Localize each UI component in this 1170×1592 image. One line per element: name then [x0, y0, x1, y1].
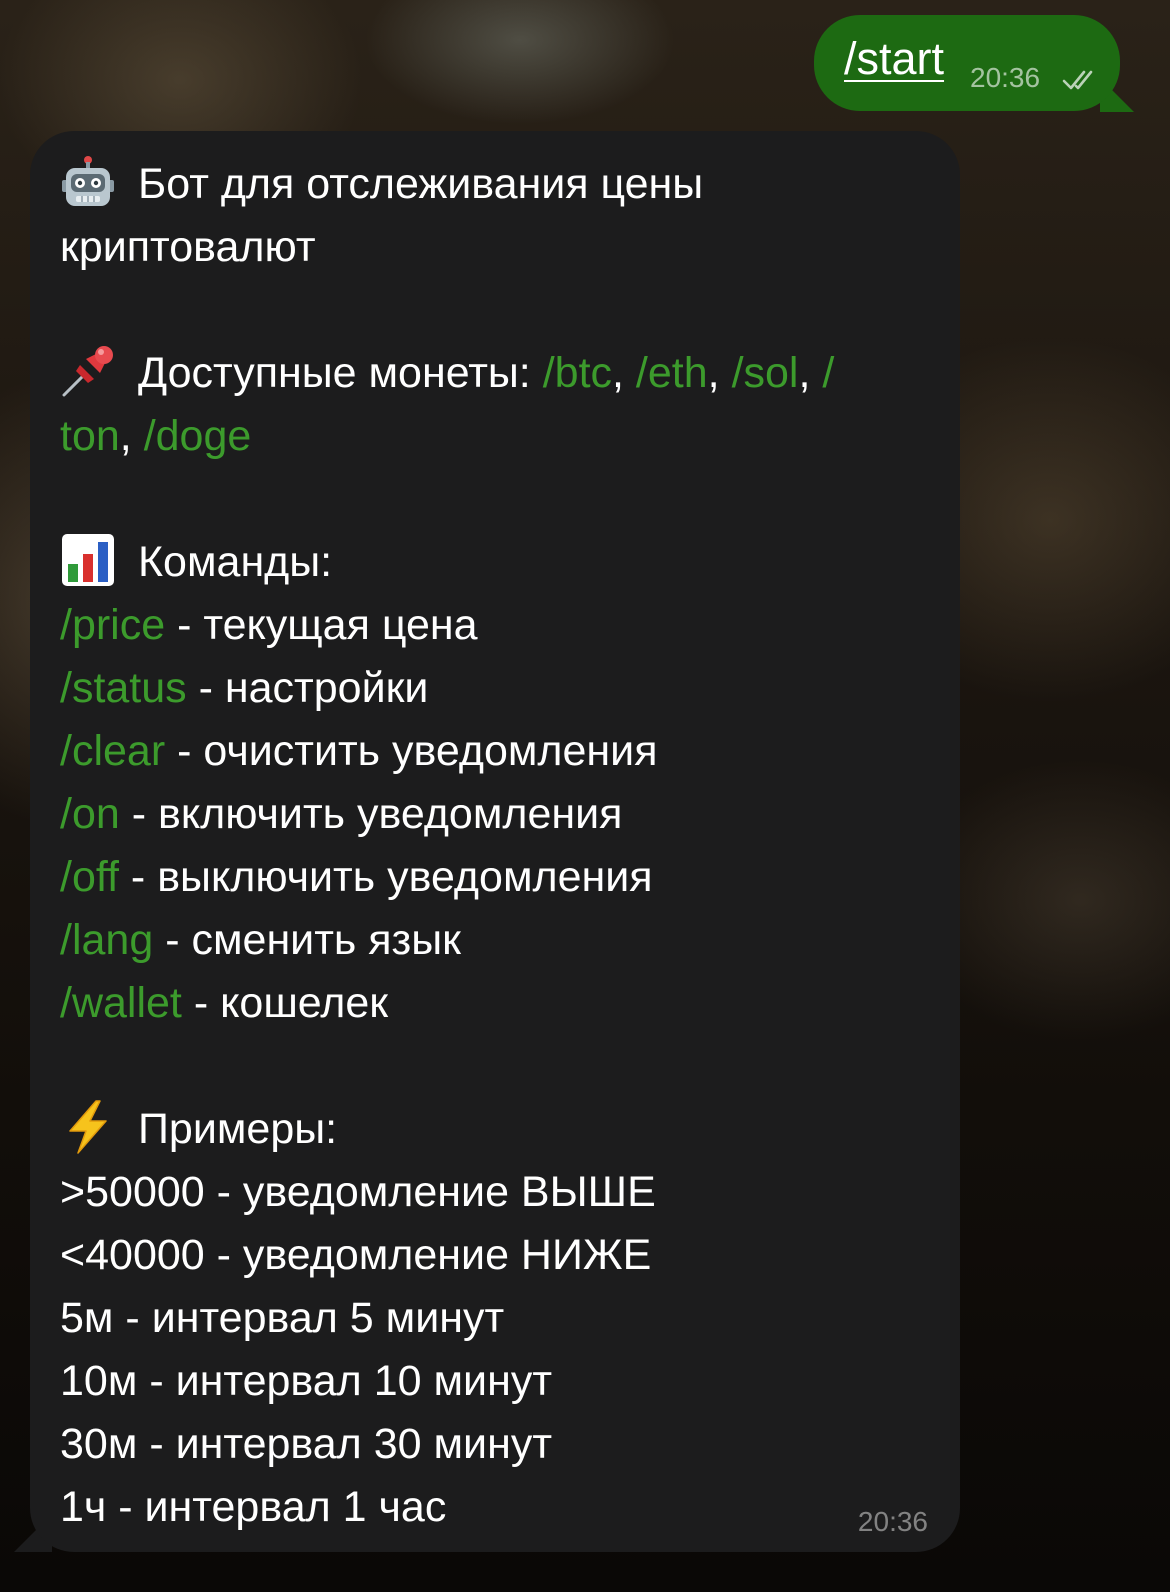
command-description: - сменить язык: [153, 916, 461, 964]
example-row: 30м - интервал 30 минут: [60, 1413, 940, 1476]
examples-label: Примеры:: [138, 1105, 338, 1153]
title-line: Бот для отслеживания цены: [60, 153, 940, 216]
command-row: /clear - очистить уведомления: [60, 720, 940, 783]
lightning-icon: [69, 1100, 107, 1154]
coins-line-2: ton, /doge: [60, 405, 940, 468]
command-row: /price - текущая цена: [60, 594, 940, 657]
coin-separator: ,: [707, 349, 732, 397]
example-text: 30м - интервал 30 минут: [60, 1420, 553, 1468]
coins-label: Доступные монеты:: [138, 349, 543, 397]
coin-command-btc[interactable]: /btc: [543, 349, 612, 397]
outgoing-message-time: 20:36: [970, 62, 1041, 93]
command-description: - включить уведомления: [119, 790, 623, 838]
command-description: - кошелек: [181, 979, 389, 1027]
command-row: /status - настройки: [60, 657, 940, 720]
example-text: 10м - интервал 10 минут: [60, 1357, 553, 1405]
command-description: - выключить уведомления: [118, 853, 653, 901]
double-check-icon: [1062, 70, 1093, 90]
title-text-2: криптовалют: [60, 223, 316, 271]
incoming-message-body: Бот для отслеживания цены криптовалют До…: [60, 153, 940, 1539]
pushpin-icon: [62, 346, 113, 397]
coin-command-eth[interactable]: /eth: [636, 349, 708, 397]
outgoing-message-bubble[interactable]: /start 20:36: [814, 15, 1120, 111]
example-row: >50000 - уведомление ВЫШЕ: [60, 1161, 940, 1224]
command-row: /on - включить уведомления: [60, 783, 940, 846]
example-row: <40000 - уведомление НИЖЕ: [60, 1224, 940, 1287]
outgoing-message-text[interactable]: /start: [844, 33, 944, 85]
command-description: - настройки: [186, 664, 429, 712]
example-row: 5м - интервал 5 минут: [60, 1287, 940, 1350]
example-row: 10м - интервал 10 минут: [60, 1350, 940, 1413]
coins-line: Доступные монеты: /btc, /eth, /sol, /: [60, 342, 940, 405]
example-text: <40000 - уведомление НИЖЕ: [60, 1231, 652, 1279]
commands-heading: Команды:: [60, 531, 940, 594]
examples-heading: Примеры:: [60, 1098, 940, 1161]
command-lang[interactable]: /lang: [60, 916, 153, 964]
example-row: 1ч - интервал 1 час: [60, 1476, 940, 1539]
coin-separator: ,: [612, 349, 636, 397]
coin-separator: ,: [798, 349, 823, 397]
bar-chart-icon: [62, 534, 114, 586]
command-row: /off - выключить уведомления: [60, 846, 940, 909]
incoming-message-bubble[interactable]: Бот для отслеживания цены криптовалют До…: [30, 131, 960, 1552]
command-clear[interactable]: /clear: [60, 727, 165, 775]
example-text: >50000 - уведомление ВЫШЕ: [60, 1168, 656, 1216]
title-text: Бот для отслеживания цены: [138, 160, 704, 208]
coin-command-ton-start[interactable]: /: [822, 349, 834, 397]
command-status[interactable]: /status: [60, 664, 187, 712]
command-price[interactable]: /price: [60, 601, 165, 649]
command-on[interactable]: /on: [60, 790, 120, 838]
command-off[interactable]: /off: [60, 853, 119, 901]
commands-label: Команды:: [138, 538, 333, 586]
command-description: - очистить уведомления: [165, 727, 658, 775]
example-text: 1ч - интервал 1 час: [60, 1483, 447, 1531]
robot-icon: [62, 156, 114, 206]
incoming-message-time: 20:36: [857, 1506, 928, 1537]
command-wallet[interactable]: /wallet: [60, 979, 182, 1027]
coin-command-sol[interactable]: /sol: [732, 349, 799, 397]
title-line-2: криптовалют: [60, 216, 940, 279]
command-row: /lang - сменить язык: [60, 909, 940, 972]
command-description: - текущая цена: [165, 601, 478, 649]
example-text: 5м - интервал 5 минут: [60, 1294, 505, 1342]
coin-separator: ,: [119, 412, 144, 460]
coin-command-ton-end[interactable]: ton: [60, 412, 120, 460]
coin-command-doge[interactable]: /doge: [144, 412, 252, 460]
command-row: /wallet - кошелек: [60, 972, 940, 1035]
